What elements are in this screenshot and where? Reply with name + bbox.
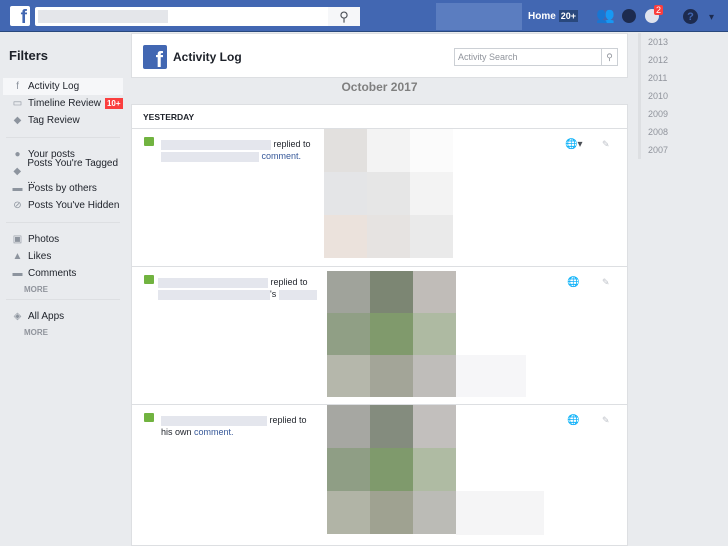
apps-cube-icon: ◈ — [13, 311, 22, 322]
year-link[interactable]: 2011 — [641, 69, 728, 87]
privacy-globe-icon[interactable]: 🌐 — [567, 415, 579, 426]
redacted-text — [38, 10, 168, 23]
activity-entry: replied to his own comment. 🌐 ✎ — [132, 405, 627, 545]
sidebar-item-label: Tag Review — [28, 115, 80, 126]
sidebar-item-label: Posts by others — [28, 183, 97, 194]
home-label: Home — [528, 11, 556, 22]
hidden-icon: ⊘ — [13, 200, 22, 211]
activity-log-main: f Activity Log Activity Search ⚲ October … — [131, 33, 628, 546]
facebook-logo-icon: f — [143, 45, 167, 69]
person-icon: ● — [14, 149, 21, 160]
sidebar-item-label: Photos — [28, 234, 60, 245]
action-text: his own — [161, 427, 192, 437]
sidebar-item-label: All Apps — [28, 311, 65, 322]
search-icon[interactable]: ⚲ — [601, 49, 617, 65]
edit-pencil-icon[interactable]: ✎ — [602, 277, 610, 288]
profile-link[interactable] — [436, 3, 522, 30]
top-navigation-bar: f ⚲ Home 20+ 👥 2 ? ▾ — [0, 0, 728, 32]
sidebar-item-posts-tagged[interactable]: ◆ Posts You're Tagged ... — [3, 158, 123, 186]
activity-card: YESTERDAY replied to comment. 🌐▾ ✎ repli… — [131, 104, 628, 546]
photo-thumbnail[interactable] — [327, 405, 456, 534]
more-apps-link[interactable]: MORE — [0, 325, 130, 340]
comment-icon — [144, 413, 154, 422]
sidebar-item-photos[interactable]: ▣ Photos — [3, 231, 123, 248]
privacy-globe-icon[interactable]: 🌐 — [567, 277, 579, 288]
sidebar-item-tag-review[interactable]: ◆ Tag Review — [3, 112, 123, 129]
search-input[interactable]: ⚲ — [35, 7, 360, 26]
edit-pencil-icon[interactable]: ✎ — [602, 415, 610, 426]
activity-log-header: f Activity Log Activity Search ⚲ — [131, 33, 628, 78]
photo-thumbnail-blur — [456, 491, 544, 535]
year-link[interactable]: 2009 — [641, 105, 728, 123]
activity-search-input[interactable]: Activity Search ⚲ — [454, 48, 618, 66]
month-heading: October 2017 — [341, 80, 418, 94]
photo-thumbnail[interactable] — [324, 129, 453, 258]
filters-title: Filters — [9, 48, 49, 63]
year-navigation: 2013 2012 2011 2010 2009 2008 2007 — [638, 33, 728, 159]
home-link[interactable]: Home 20+ — [528, 10, 579, 22]
activity-entry: replied to comment. 🌐▾ ✎ — [132, 129, 627, 267]
photo-thumbnail-blur — [456, 355, 526, 397]
sidebar-item-timeline-review[interactable]: ▭ Timeline Review 10+ — [3, 95, 123, 112]
timeline-icon: ▭ — [12, 98, 23, 109]
sidebar-item-all-apps[interactable]: ◈ All Apps — [3, 308, 123, 325]
divider — [6, 299, 120, 300]
thumbs-up-icon: ▲ — [12, 251, 23, 262]
sidebar-item-label: Timeline Review — [28, 98, 101, 109]
account-menu-caret-icon[interactable]: ▾ — [709, 10, 714, 26]
action-text: replied to — [270, 277, 308, 287]
sidebar-item-label: Likes — [28, 251, 52, 262]
page-title: Activity Log — [173, 50, 242, 64]
sidebar-item-comments[interactable]: ▬ Comments — [3, 265, 123, 282]
photos-icon: ▣ — [12, 234, 23, 245]
section-heading: YESTERDAY — [132, 105, 627, 129]
comment-link[interactable]: comment. — [194, 427, 234, 437]
edit-pencil-icon[interactable]: ✎ — [602, 139, 610, 150]
action-text: replied to — [269, 415, 307, 425]
home-count-badge: 20+ — [558, 10, 579, 22]
sidebar-item-activity-log[interactable]: f Activity Log — [3, 78, 123, 95]
activity-entry: replied to 's 🌐 ✎ — [132, 267, 627, 405]
year-link[interactable]: 2007 — [641, 141, 728, 159]
year-link[interactable]: 2013 — [641, 33, 728, 51]
speech-bubble-icon: ▬ — [12, 183, 23, 194]
comment-icon — [144, 275, 154, 284]
sidebar-item-posts-hidden[interactable]: ⊘ Posts You've Hidden — [3, 197, 123, 214]
filters-sidebar: Filters f Activity Log ▭ Timeline Review 10… — [0, 32, 130, 340]
sidebar-item-label: Comments — [28, 268, 77, 279]
year-link[interactable]: 2008 — [641, 123, 728, 141]
year-link[interactable]: 2010 — [641, 87, 728, 105]
comment-icon: ▬ — [12, 268, 23, 279]
redacted-name — [161, 151, 259, 162]
timeline-review-badge: 10+ — [104, 98, 123, 109]
comment-icon — [144, 137, 154, 146]
redacted-name — [161, 415, 267, 426]
redacted-name — [161, 139, 271, 150]
friend-requests-icon[interactable]: 👥 — [596, 8, 615, 24]
sidebar-item-label: Activity Log — [28, 81, 80, 92]
more-link[interactable]: MORE — [0, 282, 130, 297]
help-icon[interactable]: ? — [683, 9, 698, 24]
sidebar-item-likes[interactable]: ▲ Likes — [3, 248, 123, 265]
year-link[interactable]: 2012 — [641, 51, 728, 69]
comment-link[interactable]: comment. — [262, 151, 302, 161]
divider — [6, 222, 120, 223]
facebook-logo-icon[interactable]: f — [10, 6, 30, 26]
action-text: replied to — [273, 139, 311, 149]
tag-icon: ◆ — [13, 166, 22, 177]
possessive-text: 's — [270, 289, 277, 299]
redacted-name — [158, 289, 270, 300]
photo-thumbnail[interactable] — [327, 271, 456, 397]
search-icon[interactable]: ⚲ — [328, 7, 360, 26]
sidebar-item-label: Posts You've Hidden — [28, 200, 120, 211]
messenger-icon[interactable] — [622, 9, 636, 23]
facebook-icon: f — [16, 81, 19, 92]
redacted-text — [278, 289, 317, 300]
redacted-name — [158, 277, 268, 288]
tag-icon: ◆ — [13, 115, 22, 126]
divider — [6, 137, 120, 138]
search-placeholder: Activity Search — [458, 52, 518, 62]
notifications-badge: 2 — [654, 5, 664, 15]
privacy-globe-icon[interactable]: 🌐▾ — [565, 139, 582, 150]
